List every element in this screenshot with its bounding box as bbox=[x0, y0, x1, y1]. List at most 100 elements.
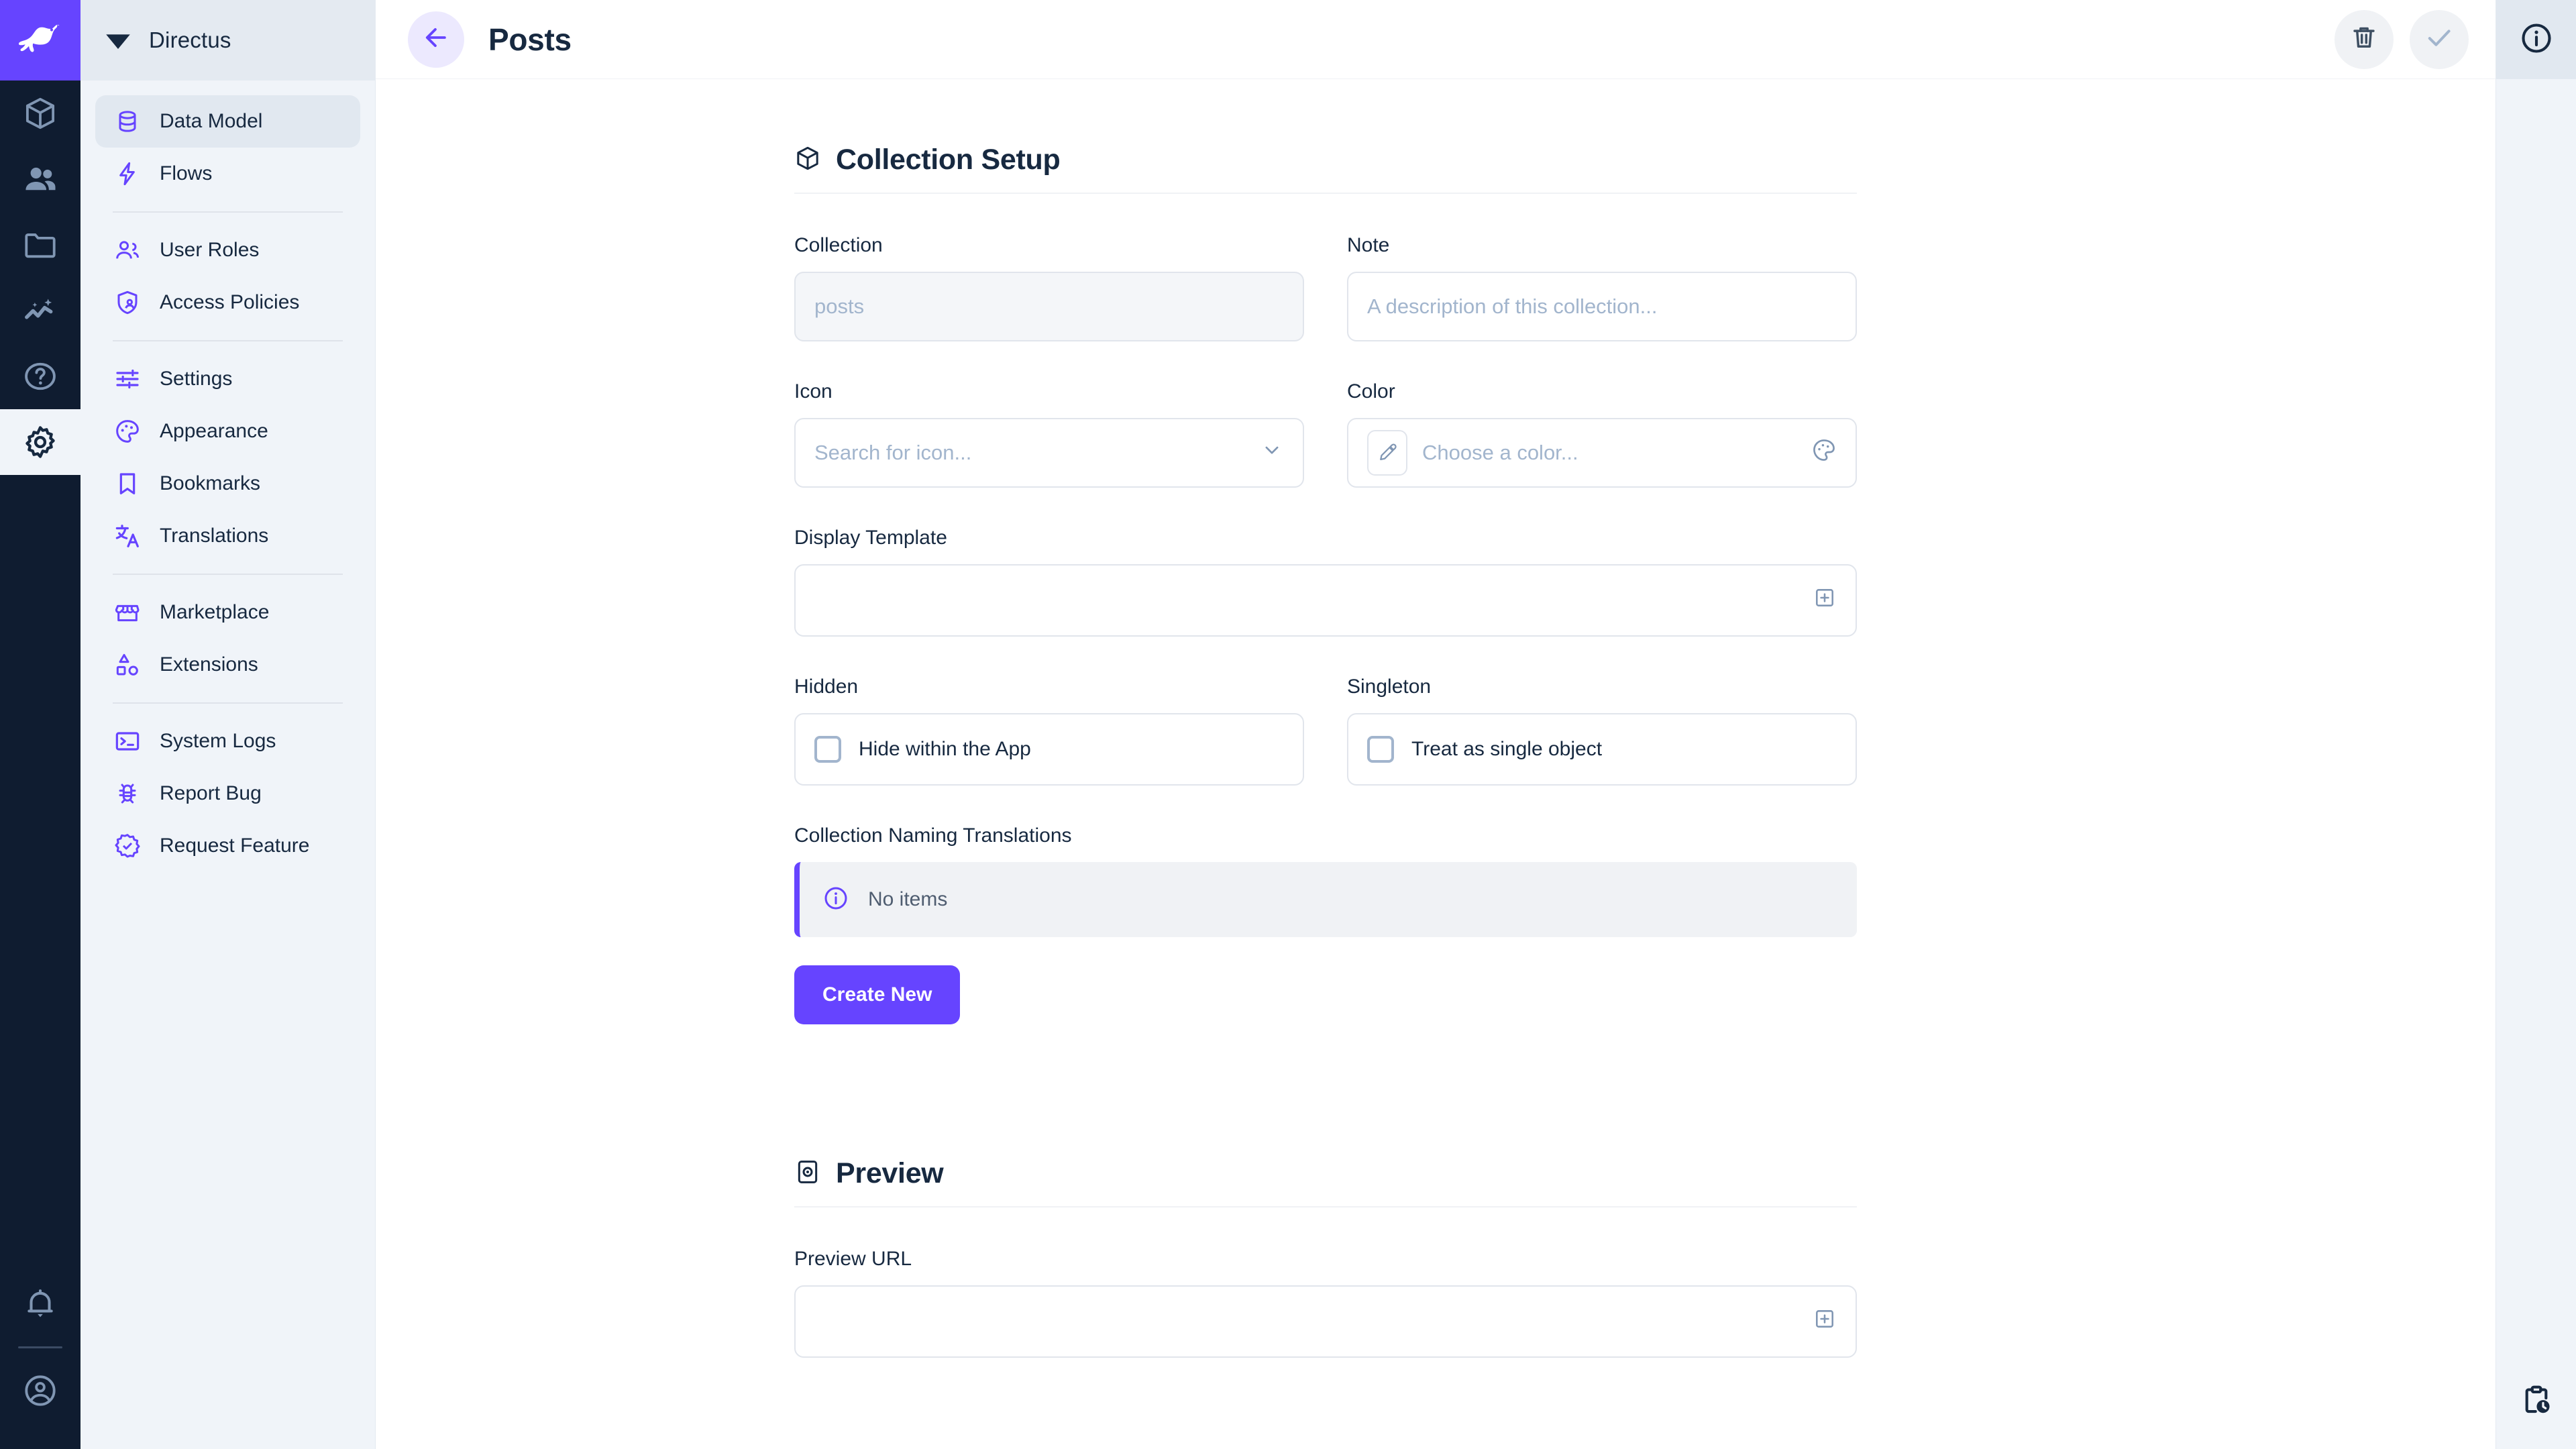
field-label: Display Template bbox=[794, 527, 1857, 549]
sliders-icon bbox=[113, 364, 142, 394]
bookmark-icon bbox=[113, 469, 142, 498]
bolt-icon bbox=[113, 159, 142, 189]
palette-icon[interactable] bbox=[1811, 437, 1837, 468]
module-content[interactable] bbox=[0, 80, 80, 146]
brand-logo[interactable] bbox=[0, 0, 80, 80]
palette-icon bbox=[113, 417, 142, 446]
sidebar-item-label: Bookmarks bbox=[160, 472, 260, 495]
hidden-checkbox-box[interactable]: Hide within the App bbox=[794, 713, 1304, 786]
color-placeholder: Choose a color... bbox=[1422, 441, 1811, 465]
section-title: Collection Setup bbox=[836, 144, 1060, 176]
sidebar-item-flows[interactable]: Flows bbox=[95, 148, 360, 200]
bug-icon bbox=[113, 779, 142, 808]
extension-icon bbox=[113, 650, 142, 680]
sidebar-item-settings[interactable]: Settings bbox=[95, 353, 360, 405]
collection-input[interactable]: posts bbox=[794, 272, 1304, 341]
color-input[interactable]: Choose a color... bbox=[1347, 418, 1857, 488]
field-collection: Collection posts bbox=[794, 234, 1304, 341]
directus-app: Directus Data Model bbox=[0, 0, 2576, 1449]
preview-url-input[interactable] bbox=[794, 1285, 1857, 1358]
module-settings[interactable] bbox=[0, 409, 80, 475]
sidebar-item-extensions[interactable]: Extensions bbox=[95, 639, 360, 691]
note-input[interactable]: A description of this collection... bbox=[1347, 272, 1857, 341]
sidebar-item-marketplace[interactable]: Marketplace bbox=[95, 586, 360, 639]
sidebar-item-label: Marketplace bbox=[160, 601, 269, 624]
create-new-button[interactable]: Create New bbox=[794, 965, 960, 1024]
display-template-input[interactable] bbox=[794, 564, 1857, 637]
sidebar-item-label: User Roles bbox=[160, 239, 259, 262]
chevron-down-icon[interactable] bbox=[1260, 438, 1284, 468]
hidden-checkbox[interactable] bbox=[814, 736, 841, 763]
field-singleton: Singleton Treat as single object bbox=[1347, 676, 1857, 786]
add-box-icon[interactable] bbox=[1813, 1307, 1837, 1336]
preview-grid: Preview URL bbox=[794, 1248, 1857, 1397]
insights-icon bbox=[22, 292, 58, 329]
field-label: Note bbox=[1347, 234, 1857, 257]
add-box-icon[interactable] bbox=[1813, 586, 1837, 615]
field-label: Collection bbox=[794, 234, 1304, 257]
hidden-checkbox-row[interactable]: Hide within the App bbox=[814, 736, 1031, 763]
note-placeholder: A description of this collection... bbox=[1367, 294, 1837, 319]
collection-value: posts bbox=[814, 294, 1284, 319]
info-circle-icon bbox=[2519, 21, 2554, 59]
sidebar-item-label: Request Feature bbox=[160, 835, 309, 857]
singleton-checkbox-row[interactable]: Treat as single object bbox=[1367, 736, 1602, 763]
sidebar-item-label: Settings bbox=[160, 368, 232, 390]
field-label: Collection Naming Translations bbox=[794, 824, 1857, 847]
verified-icon bbox=[113, 831, 142, 861]
gear-icon bbox=[22, 424, 58, 460]
notifications-button[interactable] bbox=[0, 1271, 80, 1337]
field-preview-url: Preview URL bbox=[794, 1248, 1857, 1358]
sidebar-item-system-logs[interactable]: System Logs bbox=[95, 715, 360, 767]
sidebar-item-bookmarks[interactable]: Bookmarks bbox=[95, 458, 360, 510]
back-button[interactable] bbox=[408, 11, 464, 68]
field-label: Singleton bbox=[1347, 676, 1857, 698]
shield-person-icon bbox=[113, 288, 142, 317]
main-area: Posts bbox=[376, 0, 2496, 1449]
collection-setup-grid: Collection posts Note A description of t… bbox=[794, 234, 1857, 1063]
sidebar-item-label: Translations bbox=[160, 525, 268, 547]
singleton-checkbox-label: Treat as single object bbox=[1411, 738, 1602, 761]
module-files[interactable] bbox=[0, 212, 80, 278]
info-sidebar bbox=[2496, 0, 2576, 1449]
content-scroll[interactable]: Collection Setup Collection posts Note bbox=[376, 79, 2496, 1449]
module-users[interactable] bbox=[0, 146, 80, 212]
icon-select[interactable]: Search for icon... bbox=[794, 418, 1304, 488]
sidebar-item-request-feature[interactable]: Request Feature bbox=[95, 820, 360, 872]
section-gap bbox=[794, 1063, 2496, 1157]
delete-button[interactable] bbox=[2334, 10, 2394, 69]
module-insights[interactable] bbox=[0, 278, 80, 343]
nav-divider bbox=[113, 574, 343, 575]
sidebar-item-access-policies[interactable]: Access Policies bbox=[95, 276, 360, 329]
users-icon bbox=[22, 161, 58, 197]
save-button[interactable] bbox=[2410, 10, 2469, 69]
section-title: Preview bbox=[836, 1157, 943, 1190]
sidebar-item-label: Extensions bbox=[160, 653, 258, 676]
singleton-checkbox[interactable] bbox=[1367, 736, 1394, 763]
sidebar-item-label: Appearance bbox=[160, 420, 268, 443]
topbar: Posts bbox=[376, 0, 2496, 79]
sidebar-item-appearance[interactable]: Appearance bbox=[95, 405, 360, 458]
eyedropper-icon[interactable] bbox=[1367, 430, 1407, 476]
module-help[interactable] bbox=[0, 343, 80, 409]
box-icon bbox=[794, 145, 821, 175]
singleton-checkbox-box[interactable]: Treat as single object bbox=[1347, 713, 1857, 786]
module-rail bbox=[0, 0, 80, 1449]
sidebar-item-report-bug[interactable]: Report Bug bbox=[95, 767, 360, 820]
info-toggle-button[interactable] bbox=[2496, 0, 2576, 79]
project-logo-icon bbox=[103, 24, 133, 57]
sidebar-title: Directus bbox=[149, 28, 231, 53]
revisions-button[interactable] bbox=[2496, 1355, 2576, 1449]
nav-divider bbox=[113, 211, 343, 213]
arrow-left-icon bbox=[421, 23, 451, 56]
rail-divider bbox=[18, 1346, 62, 1348]
sidebar-item-data-model[interactable]: Data Model bbox=[95, 95, 360, 148]
sidebar-item-user-roles[interactable]: User Roles bbox=[95, 224, 360, 276]
preview-icon bbox=[794, 1159, 821, 1189]
terminal-icon bbox=[113, 727, 142, 756]
sidebar-item-label: Access Policies bbox=[160, 291, 299, 314]
sidebar-item-translations[interactable]: Translations bbox=[95, 510, 360, 562]
rail-bottom bbox=[0, 1271, 80, 1449]
section-collection-setup-header: Collection Setup bbox=[794, 144, 1857, 194]
account-button[interactable] bbox=[0, 1358, 80, 1424]
